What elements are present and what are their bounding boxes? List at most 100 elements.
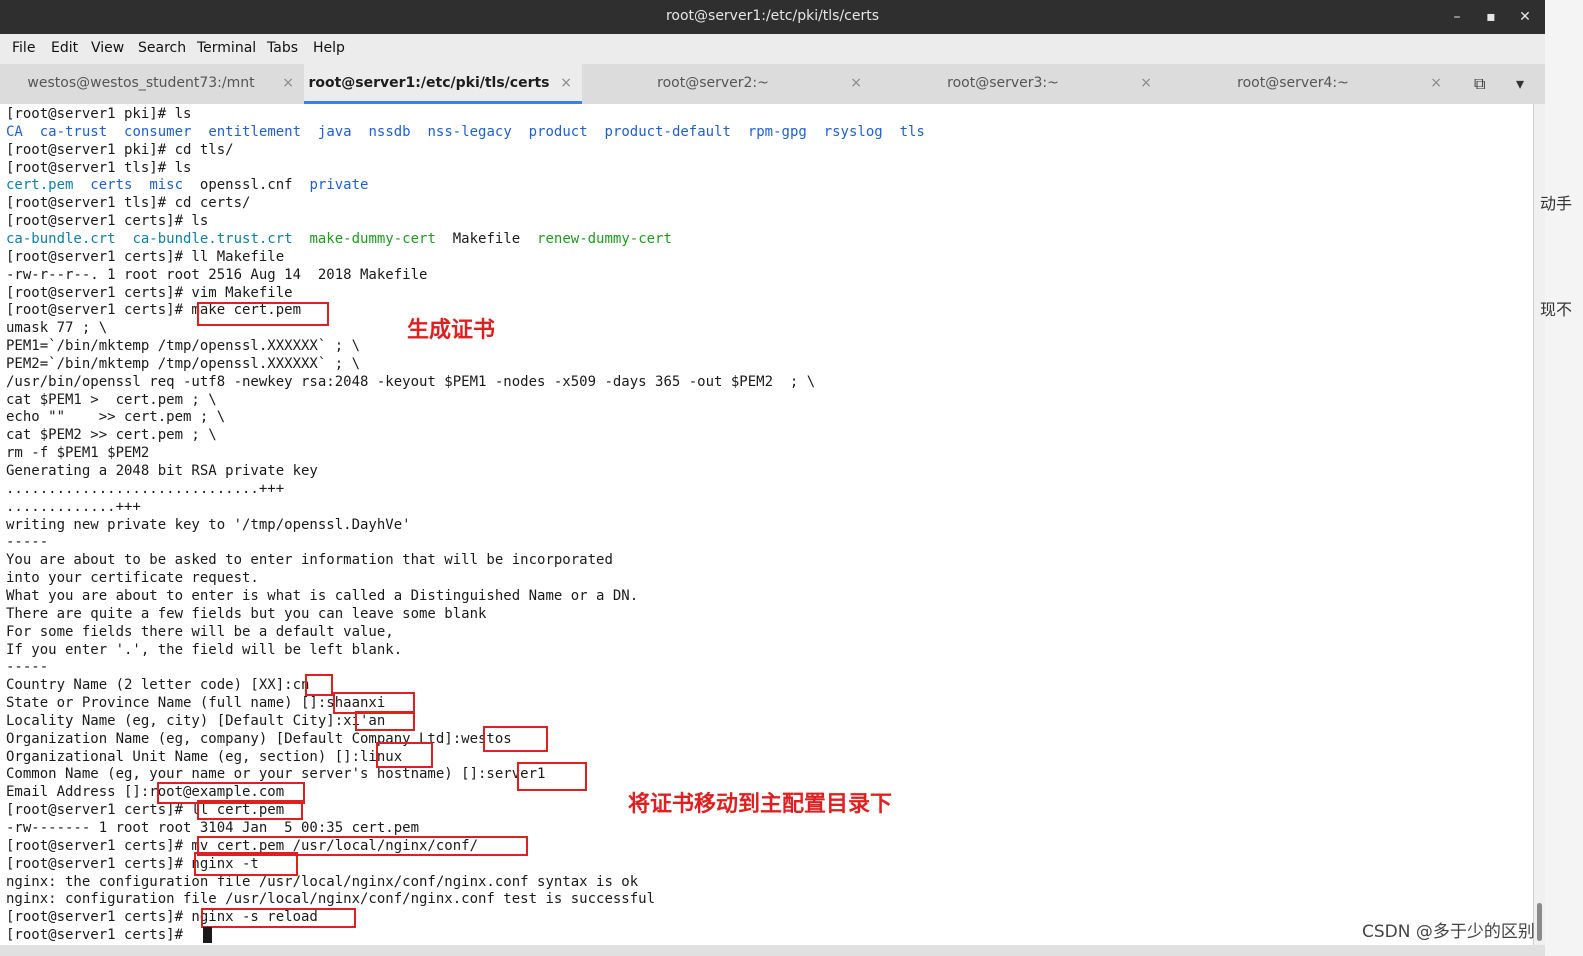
highlight-locality	[355, 711, 415, 731]
tab-close-icon[interactable]: ×	[1430, 64, 1442, 102]
highlight-common-name	[517, 762, 587, 791]
ls-entry: Makefile	[452, 230, 521, 247]
menu-search[interactable]: Search	[138, 40, 186, 56]
tab-bar: westos@westos_student73:/mnt × root@serv…	[0, 64, 1545, 105]
ls-entry: CA	[6, 123, 23, 140]
menu-terminal[interactable]: Terminal	[197, 40, 256, 56]
tab-server2[interactable]: root@server2:~ ×	[582, 64, 872, 104]
ls-entry: cert.pem	[6, 177, 74, 194]
terminal-line: You are about to be asked to enter infor…	[6, 552, 613, 569]
terminal-line: cat $PEM1 > cert.pem ; \	[6, 391, 217, 408]
tab-server3[interactable]: root@server3:~ ×	[872, 64, 1162, 104]
bottom-edge	[0, 945, 1545, 956]
terminal-line: into your certificate request.	[6, 570, 259, 587]
ls-entry: product-default	[604, 123, 731, 140]
tab-label: root@server1:/etc/pki/tls/certs	[308, 75, 550, 91]
highlight-unit	[376, 742, 433, 768]
ls-entry: make-dummy-cert	[309, 230, 436, 247]
menu-edit[interactable]: Edit	[51, 40, 78, 56]
tab-server1-certs[interactable]: root@server1:/etc/pki/tls/certs ×	[304, 64, 582, 104]
terminal-line: .............+++	[6, 498, 141, 515]
ls-entry: tls	[899, 123, 925, 140]
ls-entry: consumer	[124, 123, 192, 140]
terminal-line: writing new private key to '/tmp/openssl…	[6, 516, 411, 533]
terminal-line: umask 77 ; \	[6, 320, 108, 337]
terminal-line: There are quite a few fields but you can…	[6, 605, 487, 622]
terminal-line: [root@server1 certs]# ls	[6, 213, 209, 230]
ls-entry: rpm-gpg	[747, 123, 807, 140]
background-window-edge	[1545, 0, 1583, 956]
maximize-button[interactable]: ▪	[1480, 6, 1502, 28]
terminal-line: [root@server1 certs]#	[6, 927, 192, 944]
highlight-organization	[483, 726, 548, 752]
menu-tabs[interactable]: Tabs	[267, 40, 298, 56]
terminal-line: If you enter '.', the field will be left…	[6, 641, 403, 658]
terminal-line: PEM2=`/bin/mktemp /tmp/openssl.XXXXXX` ;…	[6, 355, 361, 372]
tab-westos-mnt[interactable]: westos@westos_student73:/mnt ×	[6, 64, 304, 104]
annotation-move-cert: 将证书移动到主配置目录下	[628, 792, 893, 817]
ls-entry: certs	[90, 177, 133, 194]
annotation-generate-cert: 生成证书	[407, 318, 496, 343]
background-text-a: 动手	[1540, 194, 1573, 213]
ls-entry: misc	[149, 177, 184, 194]
highlight-nginx-reload	[201, 908, 356, 928]
menu-view[interactable]: View	[91, 40, 124, 56]
terminal-line: [root@server1 certs]# vim Makefile	[6, 284, 293, 301]
terminal-line: Country Name (2 letter code) [XX]:cn	[6, 677, 310, 694]
terminal-line: What you are about to enter is what is c…	[6, 587, 639, 604]
terminal-line: Generating a 2048 bit RSA private key	[6, 463, 318, 479]
terminal-line: -----	[6, 534, 49, 551]
tab-close-icon[interactable]: ×	[1140, 64, 1152, 102]
terminal-window: root@server1:/etc/pki/tls/certs – ▪ ✕ Fi…	[0, 0, 1546, 945]
tab-server4[interactable]: root@server4:~ ×	[1162, 64, 1452, 104]
ls-entry: private	[309, 177, 369, 194]
ls-entry: nss-legacy	[427, 123, 512, 140]
terminal-line: cert.pem certs misc openssl.cnf private	[6, 176, 368, 194]
terminal-line: echo "" >> cert.pem ; \	[6, 409, 226, 426]
terminal-line: -----	[6, 659, 49, 676]
terminal-line: [root@server1 tls]# ls	[6, 159, 192, 176]
terminal-line: For some fields there will be a default …	[6, 623, 394, 640]
menu-file[interactable]: File	[12, 40, 35, 56]
terminal-line: [root@server1 certs]# ll Makefile	[6, 248, 285, 265]
tabs-menu-chevron-down-icon[interactable]: ▾	[1516, 64, 1524, 104]
title-bar[interactable]: root@server1:/etc/pki/tls/certs – ▪ ✕	[0, 0, 1545, 34]
menu-bar: File Edit View Search Terminal Tabs Help	[0, 34, 1545, 64]
close-button[interactable]: ✕	[1514, 6, 1536, 28]
ls-entry: nssdb	[368, 123, 411, 140]
tab-label: root@server2:~	[657, 75, 769, 91]
terminal-line: State or Province Name (full name) []:sh…	[6, 695, 386, 712]
terminal-line: ca-bundle.crt ca-bundle.trust.crt make-d…	[6, 230, 672, 248]
tab-label: root@server3:~	[947, 75, 1059, 91]
ls-entry: product	[528, 123, 588, 140]
terminal-line: [root@server1 tls]# cd certs/	[6, 195, 251, 212]
highlight-nginx-t	[194, 852, 298, 876]
ls-entry: renew-dummy-cert	[537, 230, 672, 247]
terminal-line: nginx: the configuration file /usr/local…	[6, 873, 639, 890]
terminal-line: [root@server1 pki]# ls	[6, 106, 192, 122]
highlight-country	[305, 674, 333, 696]
terminal-cursor	[203, 927, 212, 943]
terminal-line: [root@server1 pki]# cd tls/	[6, 141, 234, 158]
terminal-line: Organizational Unit Name (eg, section) […	[6, 748, 403, 765]
ls-entry: ca-bundle.trust.crt	[132, 230, 293, 247]
terminal-line: rm -f $PEM1 $PEM2	[6, 445, 150, 462]
terminal-line: PEM1=`/bin/mktemp /tmp/openssl.XXXXXX` ;…	[6, 338, 361, 355]
ls-entry: openssl.cnf	[199, 177, 293, 194]
tab-close-icon[interactable]: ×	[560, 64, 572, 102]
tab-close-icon[interactable]: ×	[282, 64, 294, 102]
highlight-ll-cert	[197, 800, 303, 820]
terminal-line: nginx: configuration file /usr/local/ngi…	[6, 891, 656, 908]
new-tab-icon[interactable]: ⧉	[1474, 64, 1485, 104]
ls-entry: java	[317, 123, 352, 140]
minimize-button[interactable]: –	[1446, 6, 1468, 28]
terminal-line: CA ca-trust consumer entitlement java ns…	[6, 123, 925, 141]
window-title: root@server1:/etc/pki/tls/certs	[665, 8, 880, 24]
tab-label: root@server4:~	[1237, 75, 1349, 91]
menu-help[interactable]: Help	[313, 40, 345, 56]
background-text-b: 现不	[1540, 300, 1573, 319]
tab-close-icon[interactable]: ×	[850, 64, 862, 102]
ls-entry: ca-bundle.crt	[6, 230, 116, 247]
terminal-line: Common Name (eg, your name or your serve…	[6, 766, 546, 783]
scrollbar-thumb[interactable]	[1537, 903, 1542, 941]
